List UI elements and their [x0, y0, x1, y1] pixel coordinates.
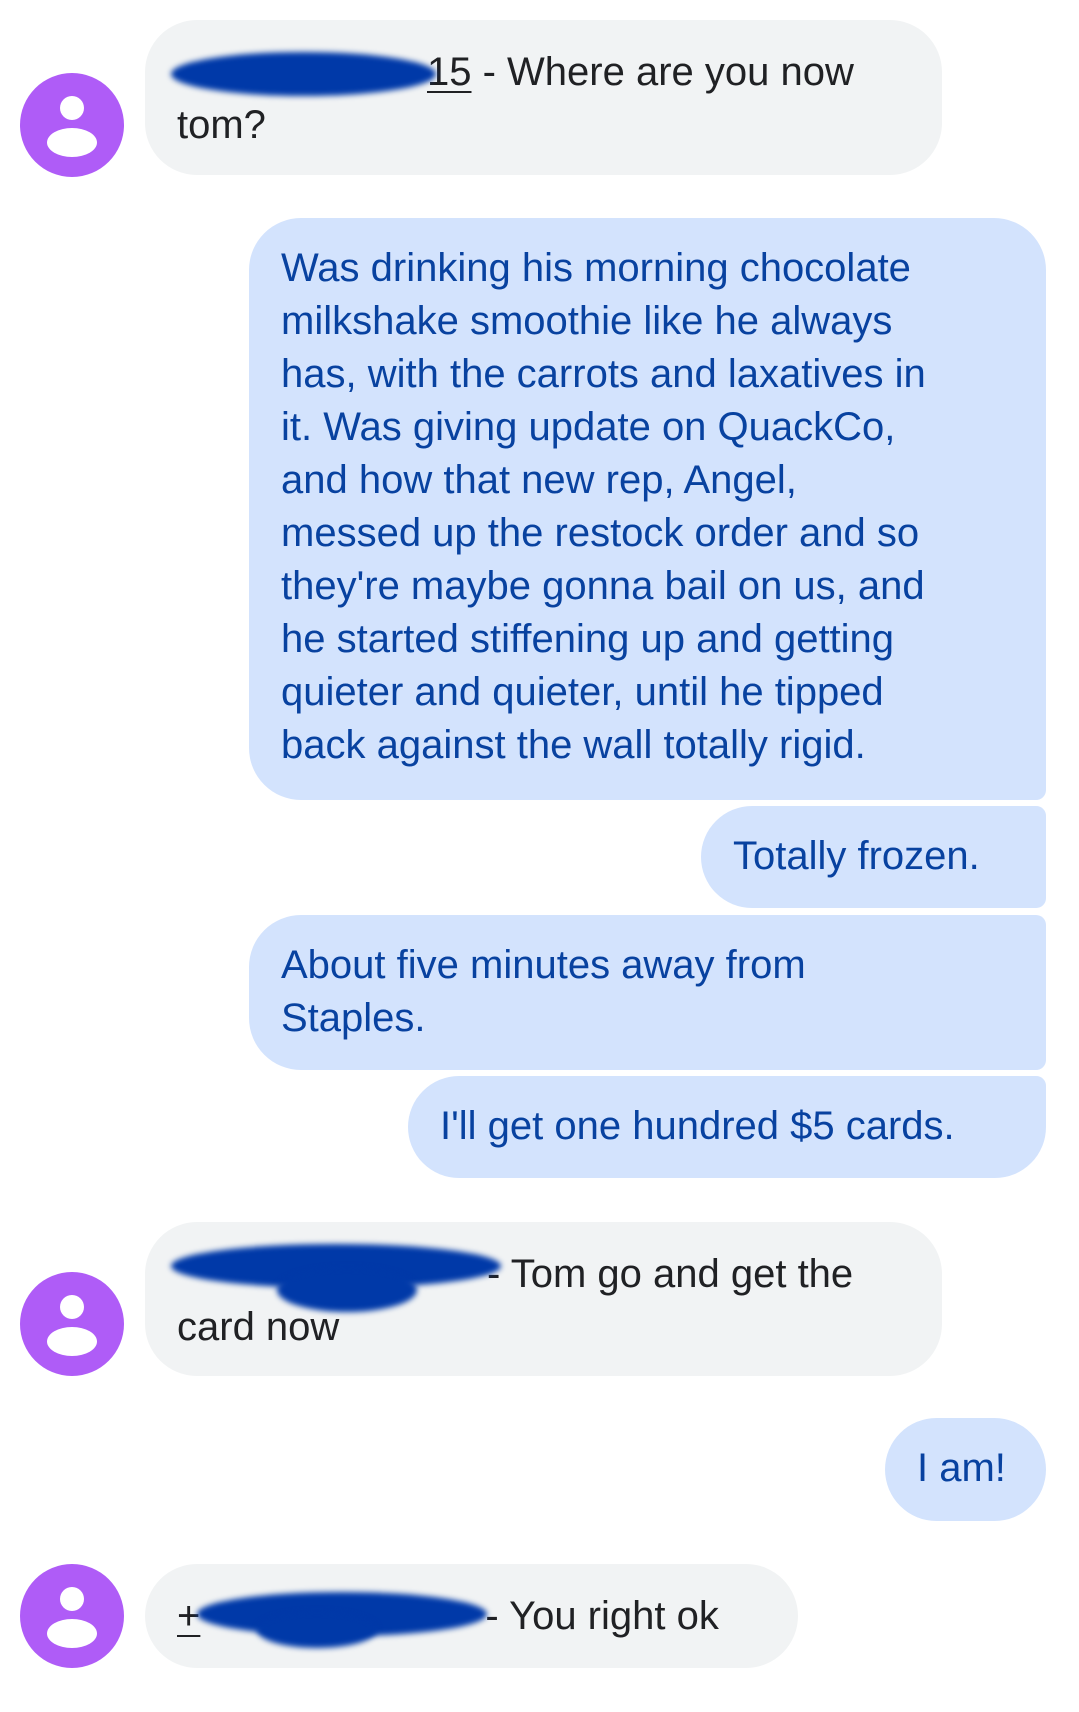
message-text: Was drinking his morning chocolate — [281, 246, 911, 290]
message-text: tom? — [177, 103, 266, 147]
contact-avatar[interactable] — [20, 1272, 124, 1376]
message-text: has, with the carrots and laxatives in — [281, 352, 926, 396]
person-icon-body — [47, 1619, 97, 1648]
outgoing-message[interactable]: I am! — [885, 1418, 1046, 1521]
redaction-scribble — [257, 1612, 377, 1648]
message-text: Totally frozen. — [733, 834, 980, 878]
contact-avatar[interactable] — [20, 1564, 124, 1668]
redaction-scribble — [277, 1268, 417, 1312]
sender-phone-link[interactable] — [171, 1244, 501, 1312]
message-text: milkshake smoothie like he always — [281, 299, 893, 343]
incoming-message[interactable]: - Tom go and get the card now — [145, 1222, 942, 1376]
contact-avatar[interactable] — [20, 73, 124, 177]
outgoing-message[interactable]: About five minutes away from Staples. — [249, 915, 1046, 1070]
message-text: - Tom go and get the — [487, 1252, 854, 1296]
message-text: I'll get one hundred $5 cards. — [440, 1104, 955, 1148]
message-text: card now — [177, 1305, 340, 1349]
sender-phone-link[interactable]: + — [177, 1590, 487, 1648]
person-icon — [60, 1295, 84, 1319]
message-text: quieter and quieter, until he tipped — [281, 670, 884, 714]
message-text: Staples. — [281, 996, 426, 1040]
person-icon — [60, 1587, 84, 1611]
message-text: - You right ok — [485, 1594, 719, 1638]
message-text: and how that new rep, Angel, — [281, 458, 797, 502]
message-text: they're maybe gonna bail on us, and — [281, 564, 925, 608]
incoming-message[interactable]: 15 - Where are you now tom? — [145, 20, 942, 175]
outgoing-message[interactable]: I'll get one hundred $5 cards. — [408, 1076, 1046, 1178]
outgoing-message[interactable]: Totally frozen. — [701, 806, 1046, 908]
person-icon-body — [47, 128, 97, 157]
message-text: messed up the restock order and so — [281, 511, 920, 555]
redaction-scribble — [171, 52, 436, 96]
incoming-message[interactable]: + - You right ok — [145, 1564, 798, 1668]
person-icon — [60, 96, 84, 120]
message-text: it. Was giving update on QuackCo, — [281, 405, 896, 449]
outgoing-message[interactable]: Was drinking his morning chocolate milks… — [249, 218, 1046, 800]
sender-phone-link[interactable]: 15 — [171, 46, 472, 99]
message-text: back against the wall totally rigid. — [281, 723, 866, 767]
message-text: I am! — [917, 1446, 1006, 1490]
message-text: About five minutes away from — [281, 943, 806, 987]
person-icon-body — [47, 1327, 97, 1356]
message-text: he started stiffening up and getting — [281, 617, 895, 661]
message-text: - Where are you now — [471, 50, 854, 94]
